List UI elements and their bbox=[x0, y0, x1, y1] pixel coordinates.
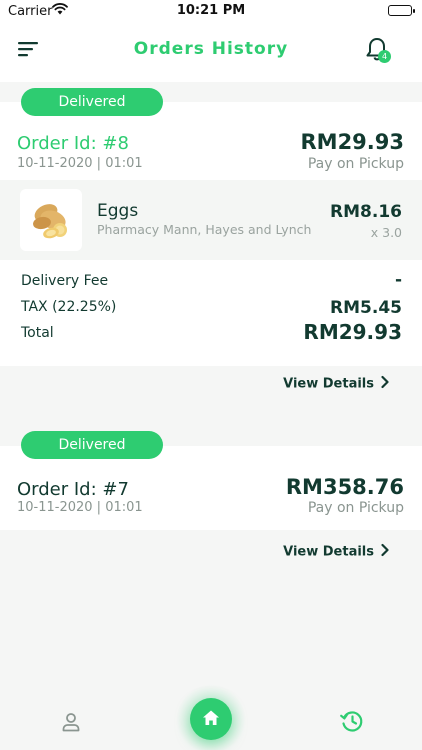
view-details-label: View Details bbox=[283, 376, 374, 392]
payment-method: Pay on Pickup bbox=[307, 156, 404, 172]
item-price: RM8.16 bbox=[330, 202, 402, 222]
item-quantity: x 3.0 bbox=[370, 225, 402, 240]
history-icon[interactable] bbox=[339, 708, 365, 734]
status-bar: Carrier 10:21 PM bbox=[0, 0, 422, 22]
orders-history-screen: Carrier 10:21 PM Orders History 4 Delive… bbox=[0, 0, 422, 750]
view-details-label: View Details bbox=[283, 544, 374, 560]
order-id: Order Id: #7 bbox=[17, 479, 129, 500]
total-label: Total bbox=[21, 325, 54, 341]
order-item[interactable]: Eggs Pharmacy Mann, Hayes and Lynch RM8.… bbox=[0, 180, 422, 260]
order-date: 10-11-2020 | 01:01 bbox=[17, 156, 143, 171]
order-total: RM358.76 bbox=[285, 475, 404, 499]
app-header: Orders History 4 bbox=[0, 22, 422, 82]
item-name: Eggs bbox=[97, 201, 139, 221]
order-date: 10-11-2020 | 01:01 bbox=[17, 500, 143, 515]
product-image bbox=[20, 189, 82, 251]
home-button[interactable] bbox=[190, 698, 232, 740]
delivery-fee-label: Delivery Fee bbox=[21, 273, 109, 289]
status-badge: Delivered bbox=[21, 431, 163, 459]
clock-time: 10:21 PM bbox=[176, 3, 246, 18]
order-id: Order Id: #8 bbox=[17, 133, 129, 154]
user-icon[interactable] bbox=[60, 711, 82, 733]
battery-icon bbox=[388, 5, 415, 16]
order-total: RM29.93 bbox=[300, 130, 405, 154]
delivery-fee-value: - bbox=[394, 270, 402, 290]
tax-label: TAX (22.25%) bbox=[21, 299, 117, 315]
view-details-link[interactable]: View Details bbox=[283, 375, 394, 393]
home-icon bbox=[203, 710, 219, 725]
notification-badge: 4 bbox=[378, 50, 391, 63]
item-store: Pharmacy Mann, Hayes and Lynch bbox=[97, 222, 312, 237]
payment-method: Pay on Pickup bbox=[307, 500, 404, 516]
total-value: RM29.93 bbox=[303, 320, 402, 344]
view-details-link[interactable]: View Details bbox=[283, 543, 394, 561]
order-card[interactable]: Order Id: #8 10-11-2020 | 01:01 RM29.93 … bbox=[0, 102, 422, 366]
chevron-right-icon bbox=[380, 375, 394, 393]
status-badge: Delivered bbox=[21, 88, 163, 116]
tax-value: RM5.45 bbox=[330, 298, 402, 318]
page-title: Orders History bbox=[133, 39, 289, 59]
chevron-right-icon bbox=[380, 543, 394, 561]
